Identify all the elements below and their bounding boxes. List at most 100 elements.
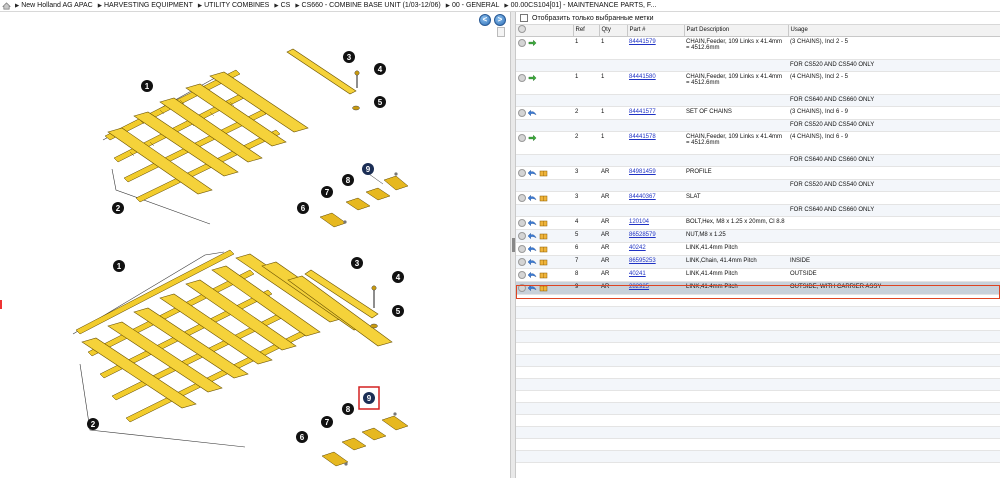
callout-label[interactable]: 5 [378, 98, 383, 107]
splitter-handle[interactable] [512, 238, 515, 252]
reply-arrow-icon[interactable] [528, 109, 537, 117]
breadcrumb-item[interactable]: 00.00CS104[01] - MAINTENANCE PARTS, F... [504, 2, 657, 9]
add-circle-icon[interactable] [518, 270, 526, 279]
qty-cell: AR [599, 216, 627, 230]
add-circle-icon[interactable] [518, 257, 526, 266]
table-row[interactable]: 8 AR 40241 LINK,41.4mm Pitch OUTSIDE [516, 268, 1000, 282]
breadcrumb-item[interactable]: UTILITY COMBINES [198, 2, 269, 9]
part-number-link[interactable]: 40242 [629, 245, 646, 251]
table-row[interactable]: 7 AR 86595253 LINK,Chain, 41.4mm Pitch INSID… [516, 255, 1000, 269]
breadcrumb-item[interactable]: HARVESTING EQUIPMENT [98, 2, 193, 9]
callout-label[interactable]: 1 [145, 82, 150, 91]
breadcrumb-item[interactable]: 00 - GENERAL [446, 2, 499, 9]
part-number-link[interactable]: 84441577 [629, 109, 656, 115]
empty-row [516, 330, 1000, 343]
part-number-link[interactable]: 84440367 [629, 194, 656, 200]
reply-arrow-icon[interactable] [528, 245, 537, 253]
callout-label[interactable]: 3 [347, 53, 352, 62]
part-number-link[interactable]: 84441580 [629, 74, 656, 80]
table-row[interactable]: 1 1 84441579 CHAIN,Feeder, 109 Links x 41.4… [516, 36, 1000, 60]
callout-label[interactable]: 8 [346, 405, 351, 414]
row-actions [516, 229, 573, 243]
reply-arrow-icon[interactable] [528, 271, 537, 279]
package-icon[interactable] [539, 245, 548, 253]
add-circle-icon[interactable] [518, 218, 526, 227]
usage-cell: (3 CHAINS), Incl 2 - 5 [788, 36, 1000, 60]
callout-label[interactable]: 5 [396, 307, 401, 316]
package-icon[interactable] [539, 284, 548, 292]
add-circle-icon[interactable] [518, 133, 526, 142]
callout-label[interactable]: 7 [325, 188, 330, 197]
callout-label[interactable]: 9 [367, 394, 372, 403]
part-number-link[interactable]: 84441579 [629, 39, 656, 45]
part-number-link[interactable]: 84441578 [629, 134, 656, 140]
reply-arrow-icon[interactable] [528, 284, 537, 292]
show-selected-checkbox[interactable] [520, 14, 528, 22]
usage-cell [788, 242, 1000, 256]
usage-column-header[interactable]: Usage [788, 25, 1000, 37]
reply-arrow-icon[interactable] [528, 194, 537, 202]
part-number-link[interactable]: 40241 [629, 271, 646, 277]
reply-arrow-icon[interactable] [528, 232, 537, 240]
callout-label[interactable]: 2 [91, 420, 96, 429]
add-circle-icon[interactable] [518, 38, 526, 47]
settings-icon[interactable] [518, 25, 526, 34]
table-row[interactable]: 3 AR 84981459 PROFILE [516, 166, 1000, 180]
reply-arrow-icon[interactable] [528, 219, 537, 227]
table-row[interactable]: 2 1 84441577 SET OF CHAINS (3 CHAINS), Incl … [516, 106, 1000, 120]
add-circle-icon[interactable] [518, 193, 526, 202]
package-icon[interactable] [539, 258, 548, 266]
callout-label[interactable]: 3 [355, 259, 360, 268]
callout-label[interactable]: 6 [301, 204, 306, 213]
move-arrow-icon[interactable] [528, 74, 537, 82]
table-row[interactable]: 1 1 84441580 CHAIN,Feeder, 109 Links x 41.4… [516, 71, 1000, 95]
add-circle-icon[interactable] [518, 283, 526, 292]
add-circle-icon[interactable] [518, 231, 526, 240]
breadcrumb-item[interactable]: New Holland AG APAC [15, 2, 92, 9]
table-row[interactable]: 4 AR 120104 BOLT,Hex, M8 x 1.25 x 20mm, Cl … [516, 216, 1000, 230]
part-number-link[interactable]: 282925 [629, 284, 649, 290]
table-row[interactable]: 5 AR 86528579 NUT,M8 x 1.25 [516, 229, 1000, 243]
table-row[interactable]: 3 AR 84440367 SLAT [516, 191, 1000, 205]
package-icon[interactable] [539, 194, 548, 202]
package-icon[interactable] [539, 169, 548, 177]
breadcrumb-item[interactable]: CS660 - COMBINE BASE UNIT (1/03-12/06) [295, 2, 441, 9]
callout-label[interactable]: 2 [116, 204, 121, 213]
reply-arrow-icon[interactable] [528, 169, 537, 177]
part-number-cell: 84441577 [627, 106, 684, 120]
part-number-link[interactable]: 86595253 [629, 258, 656, 264]
callout-label[interactable]: 7 [325, 418, 330, 427]
callout-label[interactable]: 8 [346, 176, 351, 185]
reply-arrow-icon[interactable] [528, 258, 537, 266]
usage-note: FOR CS640 AND CS660 ONLY [788, 154, 1000, 167]
ref-column-header[interactable]: Ref [573, 25, 600, 37]
callout-label[interactable]: 1 [117, 262, 122, 271]
table-row[interactable]: 6 AR 40242 LINK,41.4mm Pitch [516, 242, 1000, 256]
add-circle-icon[interactable] [518, 108, 526, 117]
callout-label[interactable]: 4 [378, 65, 383, 74]
table-row[interactable]: 2 1 84441578 CHAIN,Feeder, 109 Links x 41.4… [516, 131, 1000, 155]
callout-label[interactable]: 4 [396, 273, 401, 282]
part-number-link[interactable]: 120104 [629, 219, 649, 225]
part-column-header[interactable]: Part # [627, 25, 685, 37]
move-arrow-icon[interactable] [528, 39, 537, 47]
qty-column-header[interactable]: Qty [599, 25, 628, 37]
breadcrumb-item[interactable]: CS [274, 2, 291, 9]
description-column-header[interactable]: Part Description [684, 25, 789, 37]
package-icon[interactable] [539, 232, 548, 240]
table-row[interactable]: 9 AR 282925 LINK,41.4mm Pitch OUTSIDE, WITH … [516, 281, 1000, 295]
add-circle-icon[interactable] [518, 73, 526, 82]
move-arrow-icon[interactable] [528, 134, 537, 142]
callout-label[interactable]: 6 [300, 433, 305, 442]
select-column-header[interactable] [516, 25, 574, 37]
home-icon[interactable] [2, 1, 11, 10]
package-icon[interactable] [539, 271, 548, 279]
callout-label[interactable]: 9 [366, 165, 371, 174]
add-circle-icon[interactable] [518, 168, 526, 177]
usage-cell: OUTSIDE [788, 268, 1000, 282]
part-number-link[interactable]: 86528579 [629, 232, 656, 238]
package-icon[interactable] [539, 219, 548, 227]
usage-cell: INSIDE [788, 255, 1000, 269]
part-number-link[interactable]: 84981459 [629, 169, 656, 175]
add-circle-icon[interactable] [518, 244, 526, 253]
